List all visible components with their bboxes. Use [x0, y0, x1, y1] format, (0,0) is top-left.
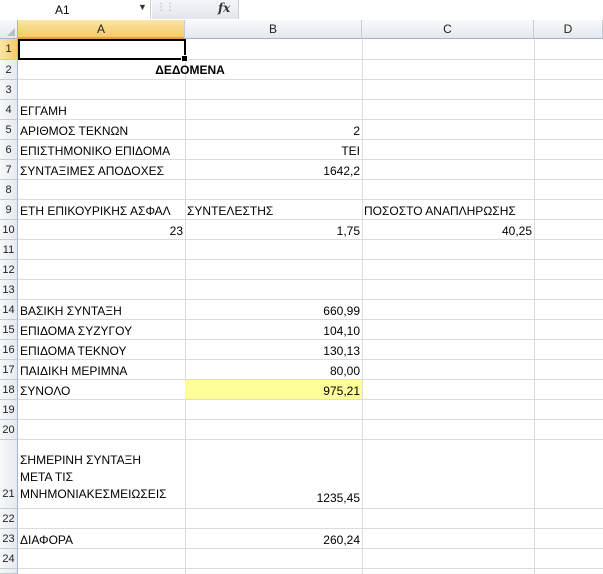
cell-c9[interactable]: ΠΟΣΟΣΤΟ ΑΝΑΠΛΗΡΩΣΗΣ — [362, 200, 518, 220]
gridline — [18, 568, 603, 569]
cell-b7[interactable]: 1642,2 — [185, 160, 362, 180]
row-header[interactable]: 23 — [0, 529, 18, 549]
cell-a21-line: ΜΕΤΑ ΤΙΣ — [20, 470, 73, 484]
cell-a23[interactable]: ΔΙΑΦΟΡΑ — [18, 529, 75, 549]
cell-a10[interactable]: 23 — [18, 220, 185, 240]
row-header[interactable]: 14 — [0, 300, 18, 320]
cell-b16[interactable]: 130,13 — [185, 340, 362, 360]
resize-grip-icon[interactable]: ⋮⋮ — [156, 2, 175, 13]
cell-b6[interactable]: ΤΕΙ — [185, 140, 362, 160]
chevron-down-icon[interactable]: ▼ — [138, 2, 147, 12]
cell-b17[interactable]: 80,00 — [185, 360, 362, 380]
cell-a17[interactable]: ΠΑΙΔΙΚΗ ΜΕΡΙΜΝΑ — [18, 360, 129, 380]
cell-a9[interactable]: ΕΤΗ ΕΠΙΚΟΥΡΙΚΗΣ ΑΣΦΑΛ — [18, 200, 185, 220]
cell-b14[interactable]: 660,99 — [185, 300, 362, 320]
formula-input[interactable] — [240, 0, 603, 19]
name-box-value[interactable]: A1 — [55, 3, 70, 17]
column-header-b[interactable]: B — [185, 20, 362, 39]
row-header[interactable]: 20 — [0, 420, 18, 440]
row-header[interactable]: 24 — [0, 549, 18, 569]
row-header[interactable]: 22 — [0, 509, 18, 529]
row-header[interactable]: 16 — [0, 340, 18, 360]
cell-b5[interactable]: 2 — [185, 120, 362, 140]
cell-b21[interactable]: 1235,45 — [185, 488, 362, 508]
row-header[interactable]: 15 — [0, 320, 18, 340]
insert-function-button[interactable]: fx — [218, 1, 230, 15]
gridline — [18, 439, 603, 440]
row-header[interactable]: 2 — [0, 60, 18, 80]
cell-a15[interactable]: ΕΠΙΔΟΜΑ ΣΥΖΥΓΟΥ — [18, 320, 134, 340]
row-header[interactable]: 3 — [0, 80, 18, 100]
cell-c10[interactable]: 40,25 — [362, 220, 534, 240]
cell-a4[interactable]: ΕΓΓΑΜΗ — [18, 100, 69, 120]
cell-a7[interactable]: ΣΥΝΤΑΞΙΜΕΣ ΑΠΟΔΟΧΕΣ — [18, 160, 166, 180]
row-header[interactable]: 6 — [0, 140, 18, 160]
row-header[interactable]: 17 — [0, 360, 18, 380]
gridline — [18, 399, 603, 400]
column-header-d[interactable]: D — [534, 20, 603, 39]
row-header[interactable]: 8 — [0, 180, 18, 200]
gridline — [18, 419, 603, 420]
cell-a21[interactable]: ΣΗΜΕΡΙΝΗ ΣΥΝΤΑΞΗ ΜΕΤΑ ΤΙΣ ΜΝΗΜΟΝΙΑΚΕΣΜΕΙ… — [18, 452, 185, 510]
cell-b15[interactable]: 104,10 — [185, 320, 362, 340]
formula-bar: A1 ▼ ⋮⋮ fx — [0, 0, 603, 21]
cell-a21-line: ΣΗΜΕΡΙΝΗ ΣΥΝΤΑΞΗ — [20, 453, 142, 467]
cell-b10[interactable]: 1,75 — [185, 220, 362, 240]
cell-a16[interactable]: ΕΠΙΔΟΜΑ ΤΕΚΝΟΥ — [18, 340, 129, 360]
row-header[interactable]: 19 — [0, 400, 18, 420]
gridline — [18, 279, 603, 280]
cell-b23[interactable]: 260,24 — [185, 529, 362, 549]
cell-a2-title[interactable]: ΔΕΔΟΜΕΝΑ — [18, 60, 362, 80]
cell-a21-line: ΜΝΗΜΟΝΙΑΚΕΣΜΕΙΩΣΕΙΣ — [20, 487, 167, 501]
row-header[interactable]: 10 — [0, 220, 18, 240]
row-header[interactable]: 11 — [0, 240, 18, 260]
row-header[interactable]: 1 — [0, 39, 18, 60]
column-header-c[interactable]: C — [362, 20, 534, 39]
row-header[interactable]: 21 — [0, 440, 18, 509]
cell-b9[interactable]: ΣΥΝΤΕΛΕΣΤΗΣ — [185, 200, 275, 220]
row-header[interactable]: 4 — [0, 100, 18, 120]
column-header-a[interactable]: A — [18, 20, 185, 39]
name-box[interactable]: A1 ▼ — [0, 0, 151, 19]
select-all-button[interactable] — [0, 20, 18, 39]
cell-a6[interactable]: ΕΠΙΣΤΗΜΟΝΙΚΟ ΕΠΙΔΟΜΑ — [18, 140, 172, 160]
row-header[interactable] — [0, 569, 18, 574]
cell-a14[interactable]: ΒΑΣΙΚΗ ΣΥΝΤΑΞΗ — [18, 300, 124, 320]
active-cell-a1[interactable] — [18, 39, 188, 62]
cell-a18[interactable]: ΣΥΝΟΛΟ — [18, 380, 72, 400]
cell-b18-total[interactable]: 975,21 — [185, 380, 362, 399]
row-header[interactable]: 9 — [0, 200, 18, 220]
row-header[interactable]: 12 — [0, 260, 18, 280]
row-header[interactable]: 18 — [0, 380, 18, 400]
gridline — [18, 259, 603, 260]
row-header[interactable]: 5 — [0, 120, 18, 140]
gridline — [18, 99, 603, 100]
cell-a5[interactable]: ΑΡΙΘΜΟΣ ΤΕΚΝΩΝ — [18, 120, 130, 140]
formula-bar-controls: ⋮⋮ fx — [152, 0, 239, 19]
row-header[interactable]: 13 — [0, 280, 18, 300]
row-header[interactable]: 7 — [0, 160, 18, 180]
